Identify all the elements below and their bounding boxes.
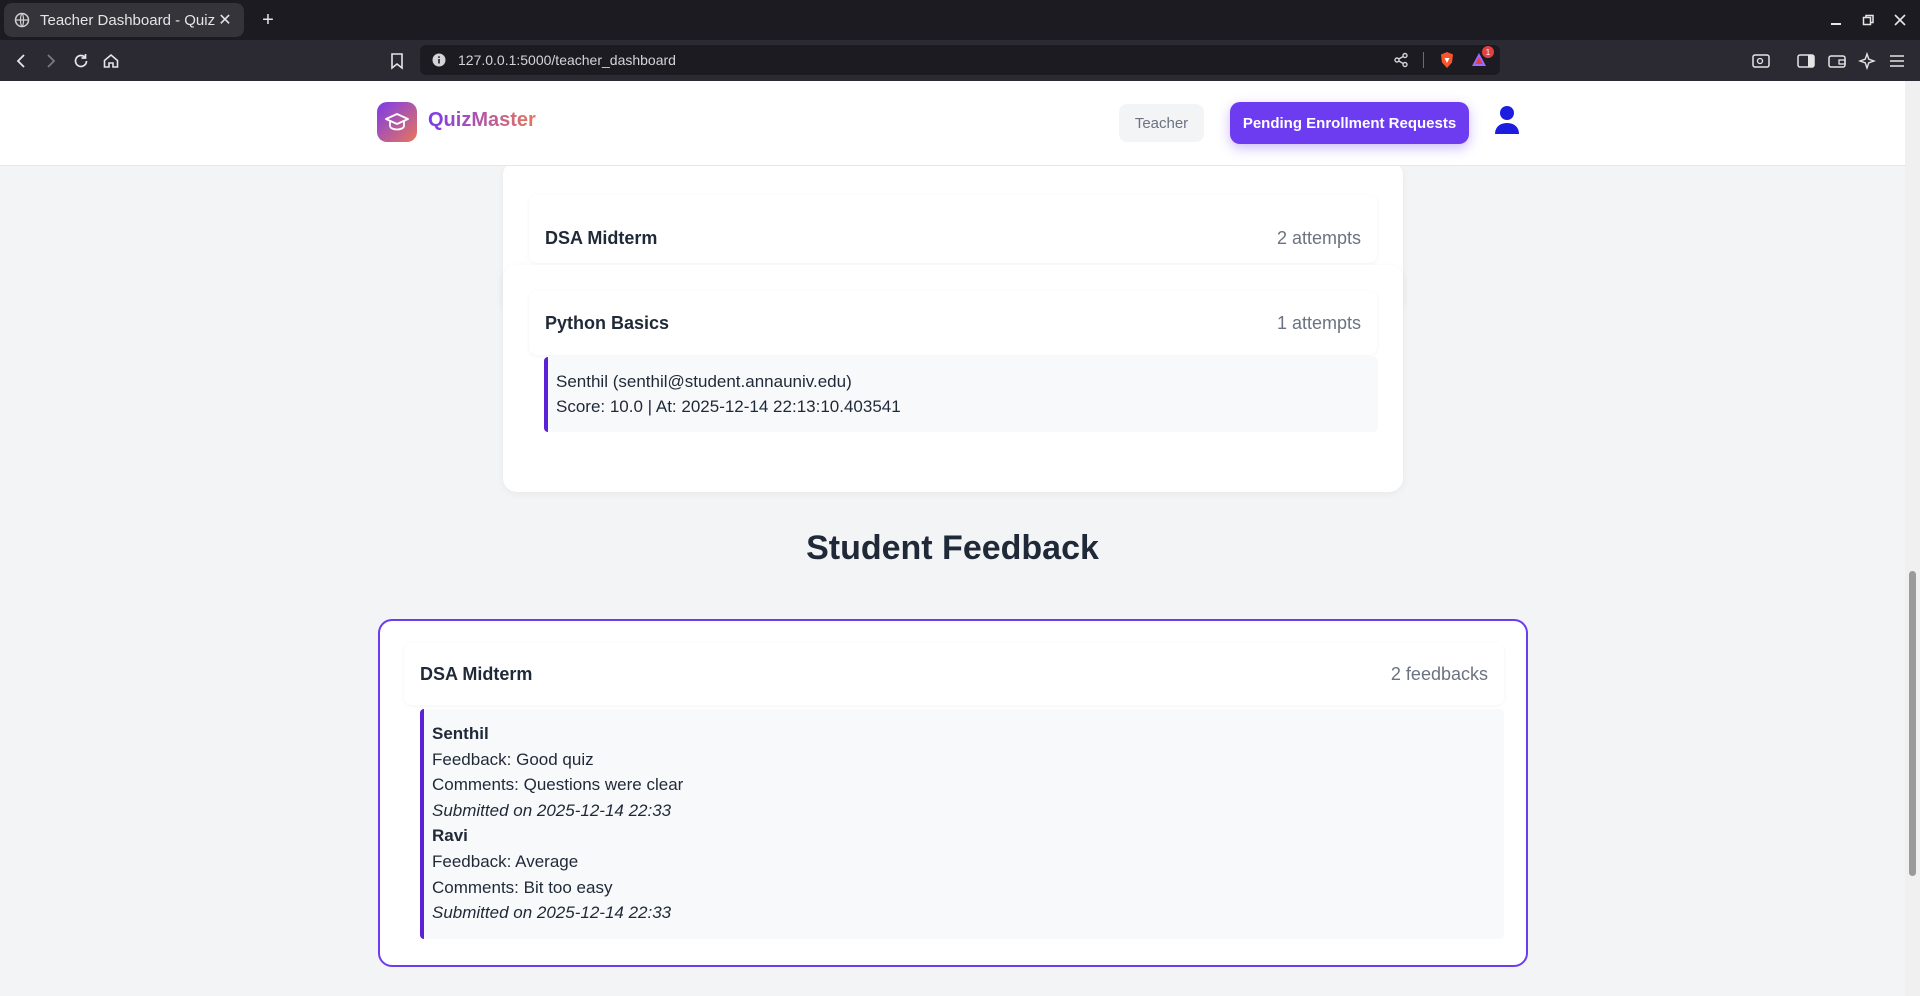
forward-icon[interactable] [38,48,64,74]
scrollbar-thumb[interactable] [1909,571,1916,876]
minimize-icon[interactable] [1824,8,1848,32]
quiz-title: Python Basics [545,312,670,333]
page-viewport: QuizMaster Teacher Pending Enrollment Re… [0,81,1905,996]
feedback-quiz-header[interactable]: DSA Midterm 2 feedbacks [404,643,1504,705]
window-close-icon[interactable] [1888,8,1912,32]
notification-badge: 1 [1482,46,1494,58]
pending-enrollment-button[interactable]: Pending Enrollment Requests [1230,102,1469,144]
feedback-submitted-date: Submitted on 2025-12-14 22:33 [432,800,672,820]
quiz-attempts-header[interactable]: Python Basics 1 attempts [529,291,1377,355]
attempt-count: 2 attempts [1276,227,1361,248]
globe-icon [14,12,30,28]
quiz-attempts-card: Python Basics 1 attempts Senthil (senthi… [503,265,1403,492]
new-tab-icon[interactable]: + [256,8,280,32]
feedback-count: 2 feedbacks [1390,663,1488,684]
wallet-icon[interactable] [1824,48,1850,74]
feedback-comments: Comments: Questions were clear [432,775,684,795]
feedback-card: DSA Midterm 2 feedbacks Senthil Feedback… [378,619,1528,967]
brand-name[interactable]: QuizMaster [428,109,536,132]
graduation-cap-icon[interactable] [377,102,417,142]
leo-ai-icon[interactable] [1854,48,1880,74]
reader-mode-icon[interactable] [1748,48,1774,74]
browser-tab-bar: Teacher Dashboard - Quiz ✕ + [0,0,1920,40]
role-badge: Teacher [1119,104,1204,142]
feedback-list: Senthil Feedback: Good quiz Comments: Qu… [420,709,1504,939]
address-bar[interactable]: 127.0.0.1:5000/teacher_dashboard 1 [420,45,1500,75]
quiz-title: DSA Midterm [545,227,658,248]
section-title: Student Feedback [806,529,1099,567]
attempt-detail: Score: 10.0 | At: 2025-12-14 22:13:10.40… [556,397,901,416]
scrollbar[interactable] [1905,81,1920,996]
feedback-item: Senthil Feedback: Good quiz Comments: Qu… [432,721,1496,823]
user-icon[interactable] [1494,105,1520,135]
back-icon[interactable] [8,48,34,74]
feedback-comments: Comments: Bit too easy [432,877,613,897]
attempt-entry: Senthil (senthil@student.annauniv.edu) S… [544,357,1378,432]
browser-tab[interactable]: Teacher Dashboard - Quiz ✕ [4,3,244,37]
feedback-student-name: Ravi [432,826,468,846]
attempt-student: Senthil (senthil@student.annauniv.edu) [556,372,852,391]
quiz-title: DSA Midterm [420,663,533,684]
close-tab-icon[interactable]: ✕ [216,11,234,29]
divider [1423,52,1424,68]
brave-shield-icon[interactable] [1438,51,1456,69]
url-text: 127.0.0.1:5000/teacher_dashboard [458,52,676,68]
feedback-item: Ravi Feedback: Average Comments: Bit too… [432,823,1496,925]
feedback-student-name: Senthil [432,724,489,743]
feedback-text: Feedback: Average [432,851,579,871]
attempt-count: 1 attempts [1276,312,1361,333]
site-info-icon[interactable] [432,53,446,67]
sidebar-icon[interactable] [1793,48,1819,74]
menu-icon[interactable] [1884,48,1910,74]
feedback-text: Feedback: Good quiz [432,749,594,769]
app-header: QuizMaster Teacher Pending Enrollment Re… [0,81,1905,166]
reload-icon[interactable] [68,48,94,74]
browser-toolbar: 127.0.0.1:5000/teacher_dashboard 1 [0,40,1920,81]
bookmark-icon[interactable] [384,48,410,74]
quiz-attempts-header[interactable]: DSA Midterm 2 attempts [529,195,1377,263]
tab-title: Teacher Dashboard - Quiz [40,11,216,29]
rewards-icon[interactable]: 1 [1470,46,1494,69]
share-icon[interactable] [1393,52,1409,68]
feedback-submitted-date: Submitted on 2025-12-14 22:33 [432,903,672,923]
restore-icon[interactable] [1856,8,1880,32]
home-icon[interactable] [98,48,124,74]
